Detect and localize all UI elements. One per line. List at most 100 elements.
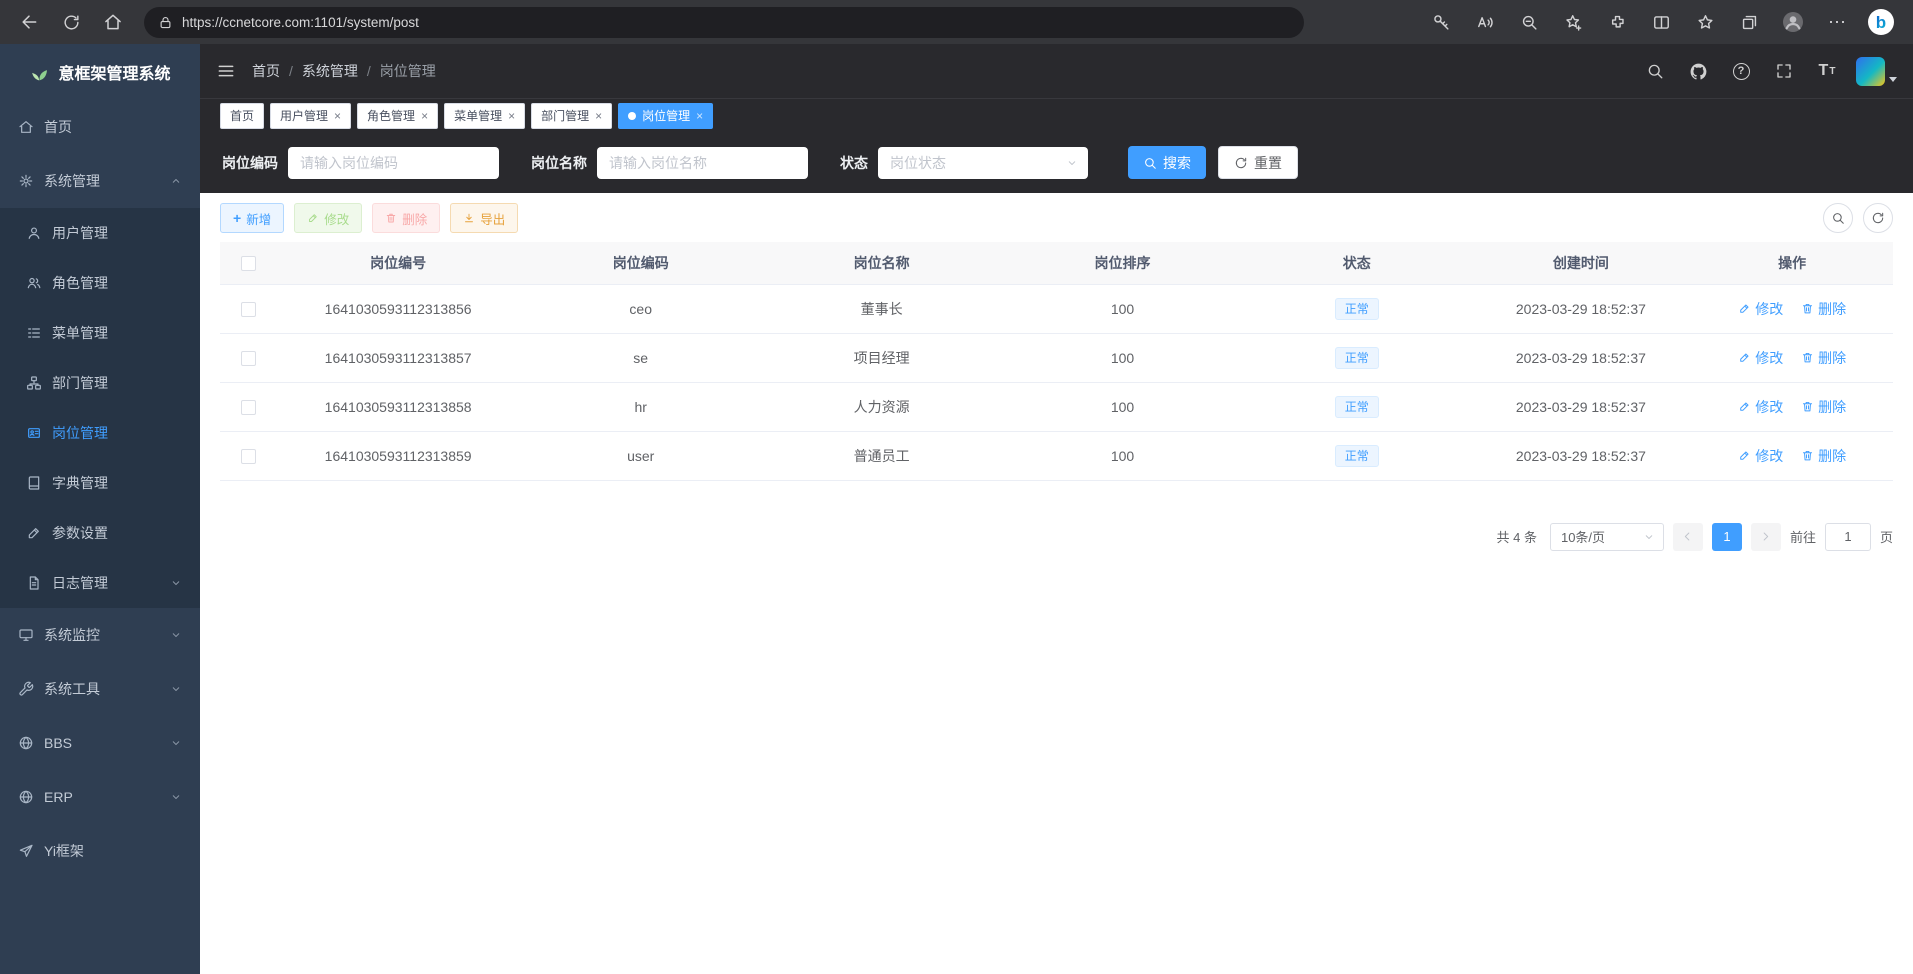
sidebar-item-log-mgmt[interactable]: 日志管理: [0, 558, 200, 608]
row-checkbox[interactable]: [241, 302, 256, 317]
row-edit-link[interactable]: 修改: [1738, 397, 1783, 417]
help-icon[interactable]: ?: [1727, 57, 1755, 85]
sidebar-item-menu-mgmt[interactable]: 菜单管理: [0, 308, 200, 358]
sidebar-item-tools[interactable]: 系统工具: [0, 662, 200, 716]
read-aloud-icon[interactable]: [1467, 5, 1503, 39]
tab-user-mgmt[interactable]: 用户管理 ×: [270, 103, 351, 129]
sidebar-item-dept-mgmt[interactable]: 部门管理: [0, 358, 200, 408]
breadcrumb-current: 岗位管理: [380, 61, 436, 81]
row-edit-link[interactable]: 修改: [1738, 299, 1783, 319]
sidebar-item-yi-framework[interactable]: Yi框架: [0, 824, 200, 878]
sidebar-item-erp[interactable]: ERP: [0, 770, 200, 824]
org-tree-icon: [26, 375, 42, 391]
passwords-key-icon[interactable]: [1423, 5, 1459, 39]
sidebar-item-role-mgmt[interactable]: 角色管理: [0, 258, 200, 308]
tab-close-icon[interactable]: ×: [421, 110, 428, 122]
goto-page-input[interactable]: [1825, 523, 1871, 551]
sidebar-item-post-mgmt[interactable]: 岗位管理: [0, 408, 200, 458]
font-size-icon[interactable]: TT: [1813, 57, 1841, 85]
sidebar-item-param-settings[interactable]: 参数设置: [0, 508, 200, 558]
export-button[interactable]: 导出: [450, 203, 518, 233]
add-button[interactable]: + 新增: [220, 203, 284, 233]
post-name-input[interactable]: [597, 147, 808, 179]
user-avatar-menu[interactable]: [1856, 57, 1897, 86]
sidebar-item-home[interactable]: 首页: [0, 100, 200, 154]
browser-back-button[interactable]: [10, 5, 48, 39]
github-icon[interactable]: [1684, 57, 1712, 85]
extensions-icon[interactable]: [1599, 5, 1635, 39]
post-code-input[interactable]: [288, 147, 499, 179]
address-bar[interactable]: https://ccnetcore.com:1101/system/post: [144, 7, 1304, 38]
collections-icon[interactable]: [1731, 5, 1767, 39]
site-lock-icon[interactable]: [158, 15, 173, 30]
cell-post-id: 1641030593112313857: [276, 333, 520, 382]
bing-copilot-icon[interactable]: b: [1863, 5, 1899, 39]
app-logo[interactable]: 意框架管理系统: [0, 44, 200, 100]
tab-menu-mgmt[interactable]: 菜单管理 ×: [444, 103, 525, 129]
breadcrumb: 首页 / 系统管理 / 岗位管理: [252, 61, 436, 81]
goto-suffix: 页: [1880, 527, 1893, 546]
row-checkbox[interactable]: [241, 449, 256, 464]
tab-role-mgmt[interactable]: 角色管理 ×: [357, 103, 438, 129]
favorites-bar-icon[interactable]: [1687, 5, 1723, 39]
status-badge: 正常: [1335, 347, 1379, 369]
favorites-add-icon[interactable]: [1555, 5, 1591, 39]
zoom-icon[interactable]: [1511, 5, 1547, 39]
tab-close-icon[interactable]: ×: [595, 110, 602, 122]
browser-home-button[interactable]: [94, 5, 132, 39]
pagination-total: 共 4 条: [1497, 527, 1537, 546]
row-delete-link[interactable]: 删除: [1801, 446, 1846, 466]
address-url[interactable]: https://ccnetcore.com:1101/system/post: [182, 15, 419, 30]
breadcrumb-home[interactable]: 首页: [252, 61, 280, 81]
sidebar-item-user-mgmt[interactable]: 用户管理: [0, 208, 200, 258]
status-badge: 正常: [1335, 396, 1379, 418]
user-icon: [26, 225, 42, 241]
tab-dept-mgmt[interactable]: 部门管理 ×: [531, 103, 612, 129]
search-button[interactable]: 搜索: [1128, 146, 1206, 179]
sidebar-item-monitor[interactable]: 系统监控: [0, 608, 200, 662]
split-screen-icon[interactable]: [1643, 5, 1679, 39]
sidebar-toggle-icon[interactable]: [216, 61, 236, 81]
edit-button[interactable]: 修改: [294, 203, 362, 233]
question-glyph: ?: [1738, 65, 1745, 77]
row-edit-link[interactable]: 修改: [1738, 446, 1783, 466]
row-checkbox[interactable]: [241, 351, 256, 366]
tab-close-icon[interactable]: ×: [334, 110, 341, 122]
tab-home[interactable]: 首页: [220, 103, 264, 129]
sidebar-item-system[interactable]: 系统管理: [0, 154, 200, 208]
back-arrow-icon: [19, 12, 39, 32]
select-all-checkbox[interactable]: [241, 256, 256, 271]
tab-post-mgmt[interactable]: 岗位管理 ×: [618, 103, 713, 129]
refresh-table-icon[interactable]: [1863, 203, 1893, 233]
post-table: 岗位编号 岗位编码 岗位名称 岗位排序 状态 创建时间 操作 16410305: [220, 242, 1893, 481]
row-delete-link[interactable]: 删除: [1801, 397, 1846, 417]
row-delete-link[interactable]: 删除: [1801, 348, 1846, 368]
profile-avatar[interactable]: [1775, 5, 1811, 39]
toggle-search-icon[interactable]: [1823, 203, 1853, 233]
bing-b-glyph: b: [1876, 14, 1886, 31]
next-page-button[interactable]: [1751, 523, 1781, 551]
sidebar-item-dict-mgmt[interactable]: 字典管理: [0, 458, 200, 508]
header-search-icon[interactable]: [1641, 57, 1669, 85]
row-edit-link[interactable]: 修改: [1738, 348, 1783, 368]
tree-table-icon: [26, 325, 42, 341]
row-delete-link[interactable]: 删除: [1801, 299, 1846, 319]
tab-close-icon[interactable]: ×: [696, 110, 703, 122]
tab-close-icon[interactable]: ×: [508, 110, 515, 122]
post-badge-icon: [26, 425, 42, 441]
reset-button[interactable]: 重置: [1218, 146, 1298, 179]
page-size-select[interactable]: 10条/页: [1550, 523, 1664, 551]
search-icon: [1143, 156, 1157, 170]
breadcrumb-parent[interactable]: 系统管理: [302, 61, 358, 81]
sidebar-item-bbs[interactable]: BBS: [0, 716, 200, 770]
cell-post-sort: 100: [1002, 284, 1243, 333]
prev-page-button[interactable]: [1673, 523, 1703, 551]
browser-refresh-button[interactable]: [52, 5, 90, 39]
browser-menu-icon[interactable]: ⋯: [1819, 5, 1855, 39]
status-select[interactable]: 岗位状态: [878, 147, 1088, 179]
row-checkbox[interactable]: [241, 400, 256, 415]
delete-button[interactable]: 删除: [372, 203, 440, 233]
user-avatar[interactable]: [1856, 57, 1885, 86]
fullscreen-icon[interactable]: [1770, 57, 1798, 85]
page-number-button[interactable]: 1: [1712, 523, 1742, 551]
